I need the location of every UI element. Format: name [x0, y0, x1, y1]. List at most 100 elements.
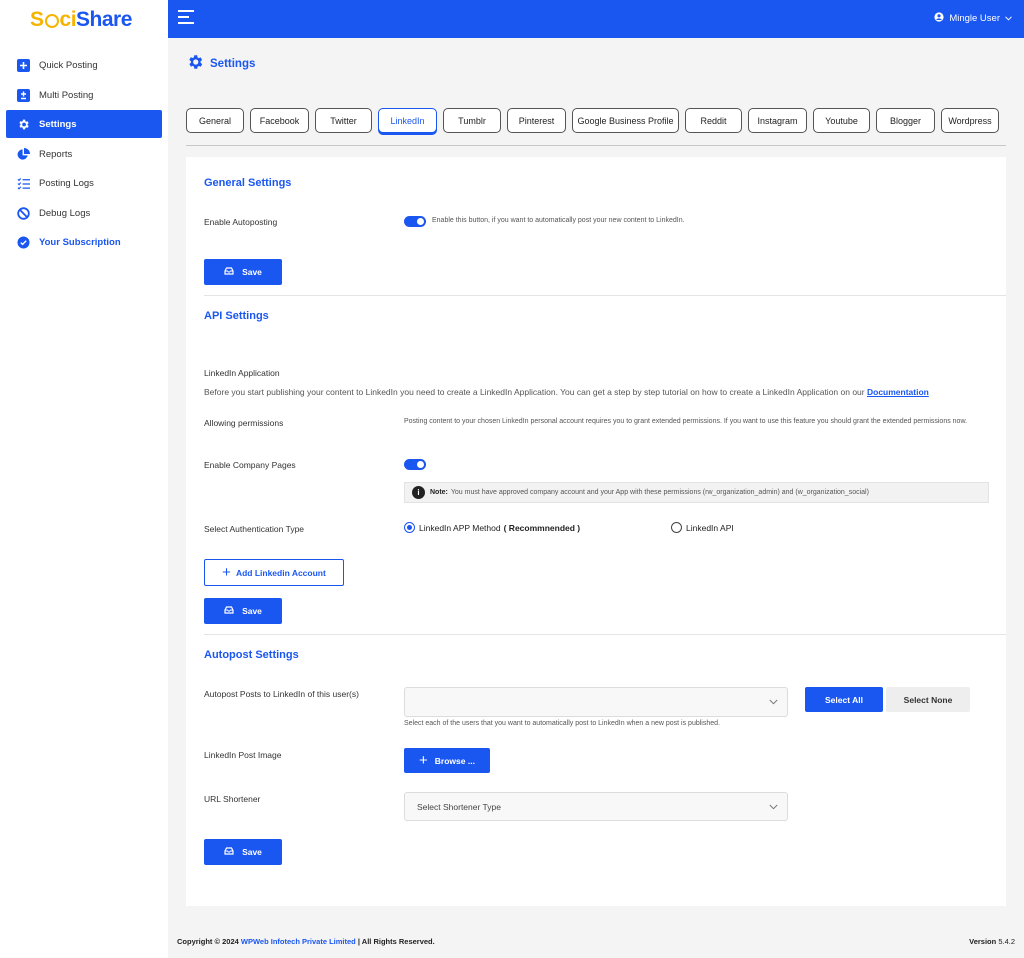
- app-logo[interactable]: S ci Share: [30, 4, 132, 36]
- url-shortener-label: URL Shortener: [204, 794, 261, 804]
- gear-icon: [186, 53, 204, 74]
- tab-general[interactable]: General: [186, 108, 244, 133]
- sidebar-item-label: Reports: [39, 148, 73, 160]
- select-all-button[interactable]: Select All: [805, 687, 883, 712]
- company-link[interactable]: WPWeb Infotech Private Limited: [241, 937, 356, 946]
- sidebar-item-quick-posting[interactable]: Quick Posting: [6, 51, 162, 79]
- tab-twitter[interactable]: Twitter: [315, 108, 372, 133]
- linkedin-application-label: LinkedIn Application: [204, 368, 280, 378]
- sidebar-item-label: Posting Logs: [39, 177, 94, 189]
- save-label: Save: [242, 847, 262, 857]
- tabs-divider: [186, 145, 1006, 146]
- tab-google-business-profile[interactable]: Google Business Profile: [572, 108, 679, 133]
- top-bar: Mingle User: [168, 0, 1024, 38]
- enable-autoposting-hint: Enable this button, if you want to autom…: [432, 217, 685, 224]
- sidebar-item-label: Settings: [39, 118, 77, 130]
- general-settings-title: General Settings: [204, 177, 292, 189]
- linkedin-application-desc: Before you start publishing your content…: [204, 387, 994, 397]
- autopost-save-button[interactable]: Save: [204, 839, 282, 865]
- auth-option-label: LinkedIn API: [686, 522, 734, 533]
- tab-wordpress[interactable]: Wordpress: [941, 108, 999, 133]
- user-name: Mingle User: [949, 13, 1000, 24]
- copyright-prefix: Copyright © 2024: [177, 937, 239, 946]
- logo-text-ci: ci: [59, 8, 77, 31]
- browse-label: Browse ...: [434, 755, 475, 766]
- tab-youtube[interactable]: Youtube: [813, 108, 870, 133]
- tab-linkedin[interactable]: LinkedIn: [378, 108, 437, 133]
- tab-facebook[interactable]: Facebook: [250, 108, 309, 133]
- inbox-icon: [224, 606, 234, 616]
- enable-company-pages-toggle[interactable]: [404, 459, 426, 470]
- shortener-select-value: Select Shortener Type: [417, 801, 501, 812]
- user-menu[interactable]: Mingle User: [934, 12, 1012, 25]
- gear-icon: [17, 118, 30, 131]
- allowing-permissions-label: Allowing permissions: [204, 418, 284, 428]
- sidebar-item-subscription[interactable]: Your Subscription: [6, 228, 162, 256]
- auth-option-label: LinkedIn APP Method: [419, 522, 501, 533]
- sidebar-item-debug-logs[interactable]: Debug Logs: [6, 199, 162, 227]
- browse-button[interactable]: + Browse ...: [404, 748, 490, 773]
- sidebar-item-reports[interactable]: Reports: [6, 140, 162, 168]
- logo-text-share: Share: [76, 8, 132, 31]
- radio-unselected-icon: [671, 522, 682, 533]
- note-text: You must have approved company account a…: [450, 489, 869, 496]
- tab-reddit[interactable]: Reddit: [685, 108, 742, 133]
- ban-icon: [17, 206, 30, 220]
- autopost-users-label: Autopost Posts to LinkedIn of this user(…: [204, 689, 359, 699]
- add-linkedin-account-button[interactable]: + Add Linkedin Account: [204, 559, 344, 586]
- radio-selected-icon: [404, 522, 415, 533]
- permissions-note: i Note: You must have approved company a…: [404, 482, 989, 503]
- plus-icon: +: [419, 752, 428, 769]
- chevron-down-icon: [1005, 13, 1012, 24]
- auth-option-app-method[interactable]: LinkedIn APP Method ( Recommnended ): [404, 522, 580, 533]
- plus-icon: +: [222, 564, 231, 581]
- logo-text-s: S: [30, 8, 44, 31]
- version-number: 5.4.2: [998, 937, 1015, 946]
- documentation-link[interactable]: Documentation: [867, 387, 929, 397]
- enable-company-pages-label: Enable Company Pages: [204, 460, 296, 470]
- note-label: Note:: [430, 489, 448, 496]
- api-save-button[interactable]: Save: [204, 598, 282, 624]
- url-shortener-select[interactable]: Select Shortener Type: [404, 792, 788, 821]
- tab-pinterest[interactable]: Pinterest: [507, 108, 566, 133]
- settings-card: General Settings Enable Autoposting Enab…: [186, 157, 1006, 906]
- page-title-text: Settings: [210, 57, 256, 70]
- autopost-users-select[interactable]: [404, 687, 788, 717]
- footer-version: Version 5.4.2: [969, 937, 1015, 946]
- general-save-button[interactable]: Save: [204, 259, 282, 285]
- verified-badge-icon: [17, 236, 30, 249]
- post-image-label: LinkedIn Post Image: [204, 750, 282, 760]
- sidebar-item-label: Your Subscription: [39, 236, 121, 248]
- chevron-down-icon: [769, 802, 778, 812]
- tab-instagram[interactable]: Instagram: [748, 108, 807, 133]
- add-account-label: Add Linkedin Account: [235, 567, 326, 578]
- hamburger-menu-icon[interactable]: [178, 10, 194, 24]
- sidebar-item-settings[interactable]: Settings: [6, 110, 162, 138]
- tab-blogger[interactable]: Blogger: [876, 108, 935, 133]
- copyright-suffix: | All Rights Reserved.: [357, 937, 435, 946]
- checklist-icon: [17, 177, 30, 190]
- select-none-button[interactable]: Select None: [886, 687, 970, 712]
- sidebar-item-posting-logs[interactable]: Posting Logs: [6, 169, 162, 197]
- app-desc-text: Before you start publishing your content…: [204, 387, 865, 397]
- auth-type-label: Select Authentication Type: [204, 524, 305, 534]
- platform-tabs: General Facebook Twitter LinkedIn Tumblr…: [186, 108, 1006, 133]
- enable-autoposting-label: Enable Autoposting: [204, 217, 278, 227]
- tab-tumblr[interactable]: Tumblr: [443, 108, 501, 133]
- user-circle-icon: [934, 12, 944, 25]
- plus-minus-icon: [17, 88, 30, 102]
- api-settings-title: API Settings: [204, 310, 269, 322]
- sidebar-item-multi-posting[interactable]: Multi Posting: [6, 81, 162, 109]
- sidebar-item-label: Quick Posting: [39, 59, 98, 71]
- autopost-settings-title: Autopost Settings: [204, 649, 299, 661]
- inbox-icon: [224, 847, 234, 857]
- auth-option-api[interactable]: LinkedIn API: [671, 522, 734, 533]
- autopost-users-hint: Select each of the users that you want t…: [404, 720, 720, 727]
- enable-autoposting-toggle[interactable]: [404, 216, 426, 227]
- recommended-tag: ( Recommnended ): [503, 522, 581, 533]
- sidebar-item-label: Multi Posting: [39, 89, 94, 101]
- section-divider: [204, 295, 1006, 296]
- save-label: Save: [242, 267, 262, 277]
- version-label: Version: [969, 937, 997, 946]
- allowing-permissions-desc: Posting content to your chosen LinkedIn …: [404, 418, 968, 425]
